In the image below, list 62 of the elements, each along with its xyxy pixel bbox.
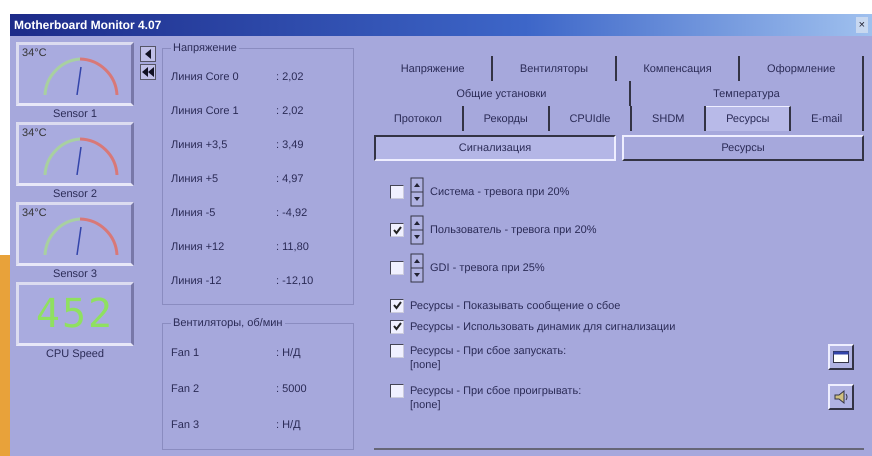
reading-value: : 11,80	[276, 241, 309, 254]
reading-label: Линия -5	[171, 207, 216, 220]
checkbox[interactable]	[390, 344, 404, 358]
temperature-reading: 34°C	[22, 207, 47, 219]
speaker-icon	[833, 389, 849, 405]
reading-value: : 5000	[276, 383, 307, 396]
double-triangle-icon	[142, 67, 154, 77]
option-label: Ресурсы - При сбое проигрывать:	[410, 385, 582, 397]
temperature-reading: 34°C	[22, 127, 47, 139]
reading-value: : 2,02	[276, 105, 304, 118]
reading-label: Fan 2	[171, 383, 200, 396]
group-title: Вентиляторы, об/мин	[172, 317, 284, 330]
reading-label: Линия Core 0	[171, 71, 240, 84]
cpu-speed-value: 452	[34, 290, 116, 339]
sensor-label: Sensor 3	[52, 268, 98, 280]
reading-label: Линия Core 1	[171, 105, 240, 118]
sensor-label: Sensor 1	[52, 108, 98, 120]
window-title: Motherboard Monitor 4.07	[14, 18, 162, 32]
reading-value: : Н/Д	[276, 419, 301, 432]
spinner-icon[interactable]	[410, 177, 424, 207]
option-label: Ресурсы - Использовать динамик для сигнализации	[410, 320, 676, 332]
checkbox[interactable]	[390, 298, 404, 312]
reading-label: Линия +5	[171, 173, 220, 186]
reading-value: : 2,02	[276, 71, 304, 84]
option-label: Система - тревога при 20%	[430, 186, 570, 198]
checkbox[interactable]	[390, 261, 404, 275]
option-label: GDI - тревога при 25%	[430, 262, 545, 274]
reading-value: : 3,49	[276, 139, 304, 152]
sensor-label: CPU Speed	[44, 348, 106, 360]
reading-value: : -4,92	[276, 207, 308, 220]
group-title: Напряжение	[172, 42, 238, 54]
reading-label: Линия -12	[171, 275, 222, 288]
tab[interactable]: Ресурсы	[706, 106, 792, 131]
option-label: Ресурсы - Показывать сообщение о сбое	[410, 300, 620, 312]
triangle-icon	[144, 49, 152, 59]
collapse-all-button[interactable]	[140, 64, 156, 80]
subtab[interactable]: Ресурсы	[622, 135, 864, 161]
option-label: Пользователь - тревога при 20%	[430, 224, 597, 236]
file-path: [none]	[409, 399, 442, 411]
spinner-icon[interactable]	[410, 253, 424, 283]
checkbox[interactable]	[390, 384, 404, 398]
temperature-reading: 34°C	[22, 47, 47, 59]
browse-button[interactable]	[828, 384, 854, 410]
checkbox[interactable]	[390, 223, 404, 237]
option-label: Ресурсы - При сбое запускать:	[410, 345, 566, 357]
window-icon	[833, 351, 849, 363]
reading-value: : -12,10	[276, 275, 314, 288]
checkbox[interactable]	[390, 320, 404, 334]
browse-button[interactable]	[828, 344, 854, 370]
sensor-label: Sensor 2	[52, 188, 98, 200]
collapse-button[interactable]	[140, 46, 156, 62]
reading-label: Линия +12	[171, 241, 226, 254]
reading-value: : Н/Д	[276, 347, 301, 360]
file-path: [none]	[409, 359, 442, 371]
checkbox[interactable]	[390, 185, 404, 199]
subtab[interactable]: Сигнализация	[374, 135, 616, 161]
reading-value: : 4,97	[276, 173, 304, 186]
reading-label: Линия +3,5	[171, 139, 228, 152]
reading-label: Fan 1	[171, 347, 200, 360]
reading-label: Fan 3	[171, 419, 200, 432]
spinner-icon[interactable]	[410, 215, 424, 245]
close-button[interactable]: ×	[856, 17, 868, 33]
